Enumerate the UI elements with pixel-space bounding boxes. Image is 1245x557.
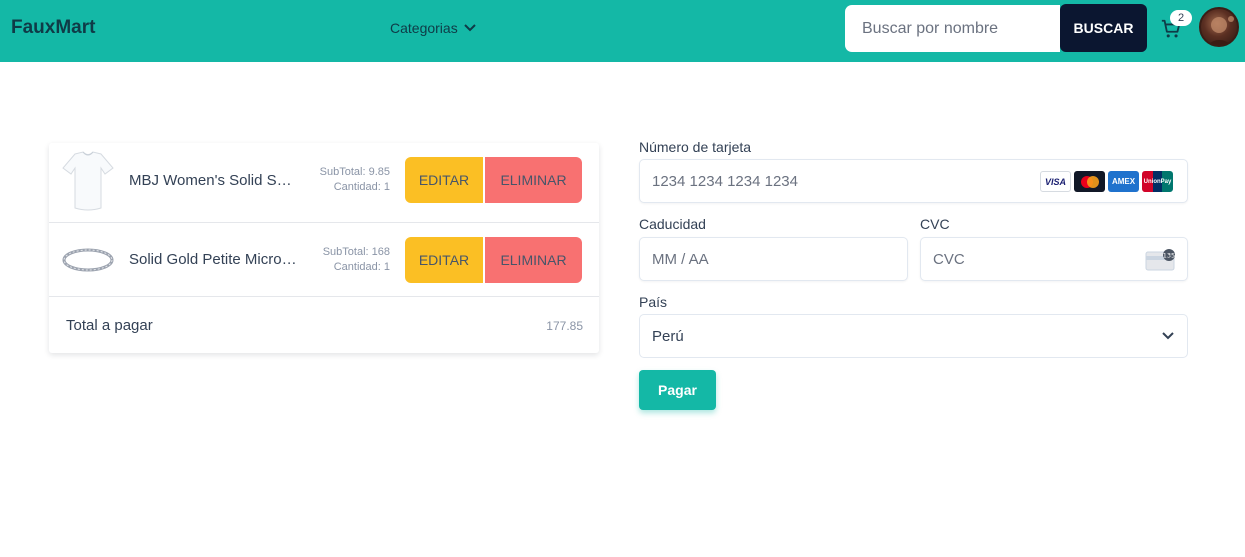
categories-dropdown[interactable]: Categorias xyxy=(390,20,476,36)
expiry-input[interactable] xyxy=(639,237,908,281)
delete-button[interactable]: ELIMINAR xyxy=(485,237,582,283)
product-name[interactable]: MBJ Women's Solid Short Sleeve Boat Neck… xyxy=(129,172,297,189)
search-input[interactable] xyxy=(845,5,1060,52)
product-quantity: Cantidad: 1 xyxy=(333,261,390,273)
top-navbar: FauxMart Categorias BUSCAR 2 xyxy=(0,0,1245,62)
product-quantity: Cantidad: 1 xyxy=(333,181,390,193)
brand-logo[interactable]: FauxMart xyxy=(11,17,95,39)
chevron-down-icon xyxy=(1162,332,1174,340)
delete-button[interactable]: ELIMINAR xyxy=(485,157,582,203)
product-meta: SubTotal: 9.85 Cantidad: 1 xyxy=(299,165,390,195)
cvc-card-icon: 135 xyxy=(1145,249,1175,271)
cart-count-badge: 2 xyxy=(1170,10,1192,26)
cvc-icon-text: 135 xyxy=(1163,252,1175,260)
product-meta: SubTotal: 168 Cantidad: 1 xyxy=(299,245,390,275)
country-value: Perú xyxy=(652,327,684,345)
product-name[interactable]: Solid Gold Petite Micropave xyxy=(129,251,297,268)
country-label: País xyxy=(639,294,668,310)
cvc-label: CVC xyxy=(920,216,950,232)
pay-button[interactable]: Pagar xyxy=(639,370,716,410)
product-subtotal: SubTotal: 9.85 xyxy=(319,166,390,178)
product-thumbnail-ring xyxy=(62,248,114,272)
chevron-down-icon xyxy=(463,24,476,32)
product-subtotal: SubTotal: 168 xyxy=(322,246,390,258)
search-button[interactable]: BUSCAR xyxy=(1060,4,1147,52)
country-select[interactable]: Perú xyxy=(639,314,1188,358)
total-label: Total a pagar xyxy=(66,317,153,334)
categories-label: Categorias xyxy=(390,20,458,36)
cart-item: Solid Gold Petite Micropave SubTotal: 16… xyxy=(49,223,599,297)
amex-icon: AMEX xyxy=(1108,171,1139,192)
edit-button[interactable]: EDITAR xyxy=(405,237,483,283)
expiry-label: Caducidad xyxy=(639,216,706,232)
total-value: 177.85 xyxy=(546,319,583,333)
mastercard-icon xyxy=(1074,171,1105,192)
card-brands: VISA AMEX UnionPay xyxy=(1040,171,1173,192)
unionpay-icon: UnionPay xyxy=(1142,171,1173,192)
edit-button[interactable]: EDITAR xyxy=(405,157,483,203)
avatar-photo xyxy=(1208,16,1234,45)
user-avatar[interactable] xyxy=(1199,7,1239,47)
cart-item: MBJ Women's Solid Short Sleeve Boat Neck… xyxy=(49,143,599,223)
visa-icon: VISA xyxy=(1040,171,1071,192)
product-thumbnail-tshirt xyxy=(62,151,114,211)
card-number-label: Número de tarjeta xyxy=(639,139,752,155)
cart-summary-card: MBJ Women's Solid Short Sleeve Boat Neck… xyxy=(49,143,599,353)
